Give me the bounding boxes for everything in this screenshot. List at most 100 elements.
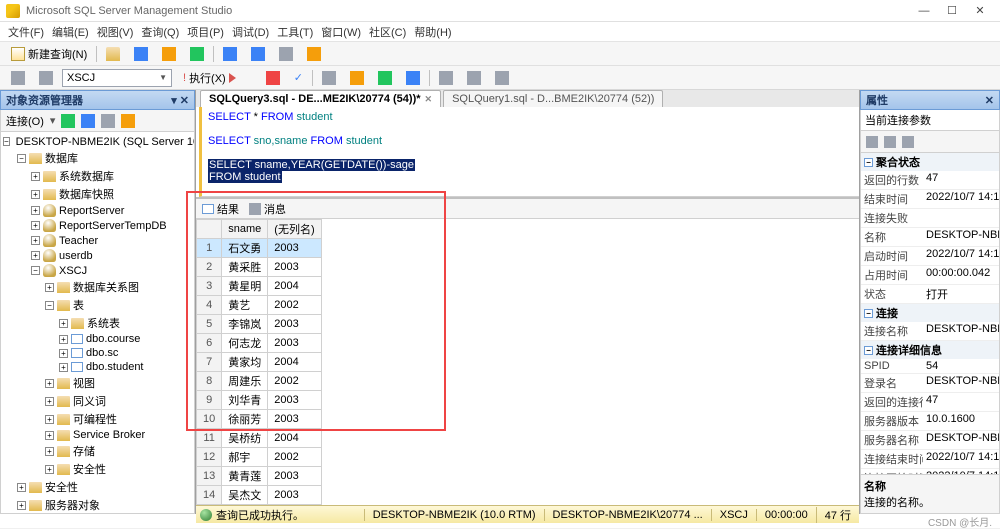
table-row[interactable]: 14吴杰文2003 bbox=[197, 486, 322, 505]
menu-project[interactable]: 项目(P) bbox=[187, 24, 224, 40]
expand-icon[interactable]: + bbox=[59, 349, 68, 358]
table-row[interactable]: 1石文勇2003 bbox=[197, 239, 322, 258]
messages-tab[interactable]: 消息 bbox=[249, 201, 286, 217]
tb2-btn-2[interactable] bbox=[34, 69, 58, 87]
cat-icon[interactable] bbox=[866, 136, 878, 148]
oe-icon[interactable] bbox=[81, 114, 95, 128]
panel-close-icon[interactable]: ✕ bbox=[985, 94, 994, 107]
tb2-btn-a[interactable] bbox=[317, 69, 341, 87]
tree-systables[interactable]: 系统表 bbox=[87, 315, 120, 331]
col-sname[interactable]: sname bbox=[222, 220, 268, 239]
oe-icon[interactable] bbox=[101, 114, 115, 128]
expand-icon[interactable]: + bbox=[31, 206, 40, 215]
expand-icon[interactable]: + bbox=[17, 501, 26, 510]
table-row[interactable]: 13黄青莲2003 bbox=[197, 467, 322, 486]
tree-snapshots[interactable]: 数据库快照 bbox=[59, 186, 114, 202]
tree-security[interactable]: 安全性 bbox=[45, 479, 78, 495]
tab-sqlquery3[interactable]: SQLQuery3.sql - DE...ME2IK\20774 (54))*✕ bbox=[200, 90, 441, 107]
expand-icon[interactable]: + bbox=[31, 236, 40, 245]
results-grid[interactable]: sname(无列名) 1石文勇20032黄采胜20033黄星明20044黄艺20… bbox=[196, 219, 859, 505]
prop-row[interactable]: 登录名DESKTOP-NBME2 bbox=[861, 374, 999, 393]
expand-icon[interactable]: + bbox=[45, 431, 54, 440]
prop-row[interactable]: 连接失败 bbox=[861, 209, 999, 228]
parse-button[interactable]: ✓ bbox=[289, 69, 308, 86]
expand-icon[interactable]: + bbox=[45, 283, 54, 292]
tree-student[interactable]: dbo.student bbox=[86, 361, 144, 373]
tb-btn-1[interactable] bbox=[101, 45, 125, 63]
properties-grid[interactable]: −聚合状态返回的行数47结束时间2022/10/7 14:17连接失败名称DES… bbox=[860, 153, 1000, 475]
tree-security-db[interactable]: 安全性 bbox=[73, 461, 106, 477]
table-row[interactable]: 8周建乐2002 bbox=[197, 372, 322, 391]
col-nocolumn[interactable]: (无列名) bbox=[268, 220, 321, 239]
table-row[interactable]: 11吴桥纺2004 bbox=[197, 429, 322, 448]
tree-teacher[interactable]: Teacher bbox=[59, 235, 98, 247]
menu-view[interactable]: 视图(V) bbox=[97, 24, 134, 40]
tb-btn-4[interactable] bbox=[185, 45, 209, 63]
tb-btn-saveall[interactable] bbox=[246, 45, 270, 63]
expand-icon[interactable]: + bbox=[45, 397, 54, 406]
tree-databases[interactable]: 数据库 bbox=[45, 150, 78, 166]
tab-close-icon[interactable]: ✕ bbox=[425, 94, 433, 104]
tree-serverobjects[interactable]: 服务器对象 bbox=[45, 497, 100, 513]
prop-row[interactable]: 返回的连接行数47 bbox=[861, 393, 999, 412]
table-row[interactable]: 6何志龙2003 bbox=[197, 334, 322, 353]
prop-row[interactable]: 连接结束时间2022/10/7 14:17 bbox=[861, 450, 999, 469]
expand-icon[interactable]: + bbox=[31, 190, 40, 199]
tree-tables[interactable]: 表 bbox=[73, 297, 84, 313]
expand-icon[interactable]: − bbox=[45, 301, 54, 310]
tree-xscj[interactable]: XSCJ bbox=[59, 265, 87, 277]
tb2-btn-1[interactable] bbox=[6, 69, 30, 87]
prop-row[interactable]: SPID54 bbox=[861, 359, 999, 374]
menu-edit[interactable]: 编辑(E) bbox=[52, 24, 89, 40]
menu-window[interactable]: 窗口(W) bbox=[321, 24, 361, 40]
menu-community[interactable]: 社区(C) bbox=[369, 24, 406, 40]
sql-editor[interactable]: SELECT * FROM student SELECT sno,sname F… bbox=[199, 107, 859, 197]
tb-btn-3[interactable] bbox=[157, 45, 181, 63]
tree-views[interactable]: 视图 bbox=[73, 375, 95, 391]
menu-debug[interactable]: 调试(D) bbox=[232, 24, 269, 40]
tree-storage[interactable]: 存储 bbox=[73, 443, 95, 459]
debug-button[interactable] bbox=[247, 76, 257, 80]
table-row[interactable]: 5李锦岚2003 bbox=[197, 315, 322, 334]
tb2-btn-e[interactable] bbox=[434, 69, 458, 87]
tree-synonyms[interactable]: 同义词 bbox=[73, 393, 106, 409]
expand-icon[interactable]: − bbox=[17, 154, 26, 163]
tb-btn-2[interactable] bbox=[129, 45, 153, 63]
table-row[interactable]: 3黄星明2004 bbox=[197, 277, 322, 296]
table-row[interactable]: 10徐丽芳2003 bbox=[197, 410, 322, 429]
prop-row[interactable]: 返回的行数47 bbox=[861, 171, 999, 190]
table-row[interactable]: 4黄艺2002 bbox=[197, 296, 322, 315]
expand-icon[interactable]: + bbox=[59, 335, 68, 344]
execute-button[interactable]: ! 执行(X) bbox=[176, 68, 243, 88]
connect-button[interactable]: 连接(O) bbox=[6, 113, 44, 129]
expand-icon[interactable]: + bbox=[31, 172, 40, 181]
prop-row[interactable]: 结束时间2022/10/7 14:17 bbox=[861, 190, 999, 209]
prop-icon[interactable] bbox=[902, 136, 914, 148]
menu-tools[interactable]: 工具(T) bbox=[277, 24, 313, 40]
maximize-button[interactable]: ☐ bbox=[938, 4, 966, 17]
expand-icon[interactable]: + bbox=[59, 319, 68, 328]
tree-servicebroker[interactable]: Service Broker bbox=[73, 429, 145, 441]
expand-icon[interactable]: + bbox=[45, 415, 54, 424]
expand-icon[interactable]: + bbox=[59, 363, 68, 372]
menu-help[interactable]: 帮助(H) bbox=[414, 24, 451, 40]
az-icon[interactable] bbox=[884, 136, 896, 148]
database-selector[interactable]: XSCJ ▼ bbox=[62, 69, 172, 87]
tb-btn-save[interactable] bbox=[218, 45, 242, 63]
tree-sysdbs[interactable]: 系统数据库 bbox=[59, 168, 114, 184]
table-row[interactable]: 9刘华青2003 bbox=[197, 391, 322, 410]
panel-pin-icon[interactable]: ▾ ✕ bbox=[171, 94, 189, 107]
tree-reportserver[interactable]: ReportServer bbox=[59, 205, 124, 217]
menu-file[interactable]: 文件(F) bbox=[8, 24, 44, 40]
tb-btn-5[interactable] bbox=[274, 45, 298, 63]
prop-row[interactable]: 服务器版本10.0.1600 bbox=[861, 412, 999, 431]
table-row[interactable]: 12郝宇2002 bbox=[197, 448, 322, 467]
prop-row[interactable]: 服务器名称DESKTOP-NBME2 bbox=[861, 431, 999, 450]
oe-icon[interactable] bbox=[121, 114, 135, 128]
prop-row[interactable]: 占用时间00:00:00.042 bbox=[861, 266, 999, 285]
expand-icon[interactable]: − bbox=[3, 137, 10, 146]
stop-button[interactable] bbox=[261, 69, 285, 87]
tb-btn-6[interactable] bbox=[302, 45, 326, 63]
tree-server[interactable]: DESKTOP-NBME2IK (SQL Server 10.0.160 bbox=[16, 136, 195, 148]
menu-query[interactable]: 查询(Q) bbox=[141, 24, 179, 40]
